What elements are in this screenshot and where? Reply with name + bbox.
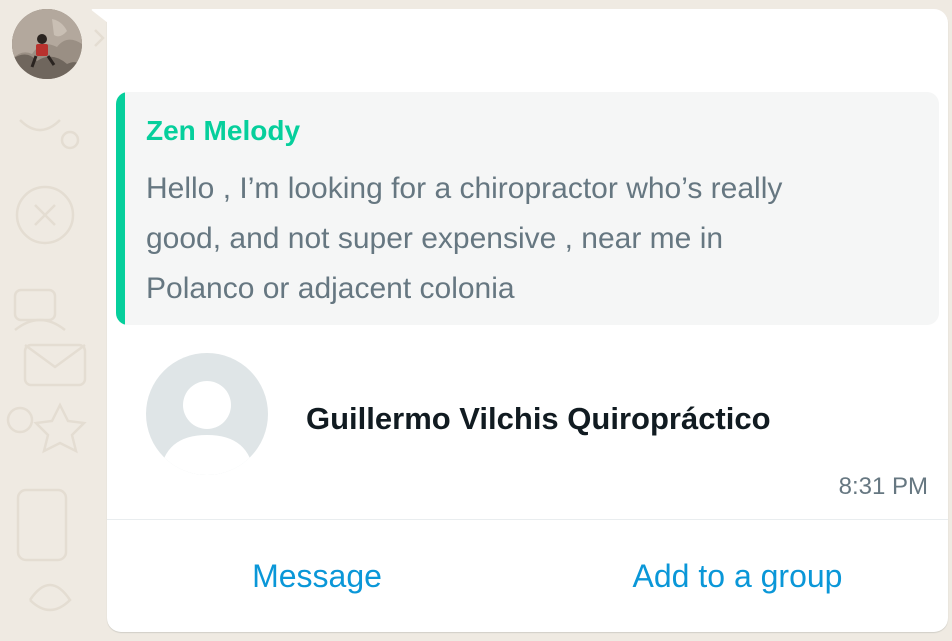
- quoted-message[interactable]: Zen Melody Hello , I’m looking for a chi…: [116, 92, 939, 325]
- message-timestamp: 8:31 PM: [838, 473, 928, 500]
- quoted-text: Hello , I’m looking for a chiropractor w…: [146, 172, 783, 305]
- contact-message-bubble: Zen Melody Hello , I’m looking for a chi…: [91, 9, 948, 632]
- contact-avatar[interactable]: [146, 353, 268, 475]
- quote-accent-bar: [116, 92, 125, 325]
- message-button[interactable]: Message: [107, 520, 527, 632]
- default-person-icon: [146, 353, 268, 475]
- add-to-group-button[interactable]: Add to a group: [527, 520, 948, 632]
- sender-avatar[interactable]: [12, 9, 82, 79]
- quoted-author: Zen Melody: [146, 115, 301, 146]
- contact-name[interactable]: Guillermo Vilchis Quiropráctico: [306, 401, 771, 437]
- bubble-tail: [91, 9, 108, 23]
